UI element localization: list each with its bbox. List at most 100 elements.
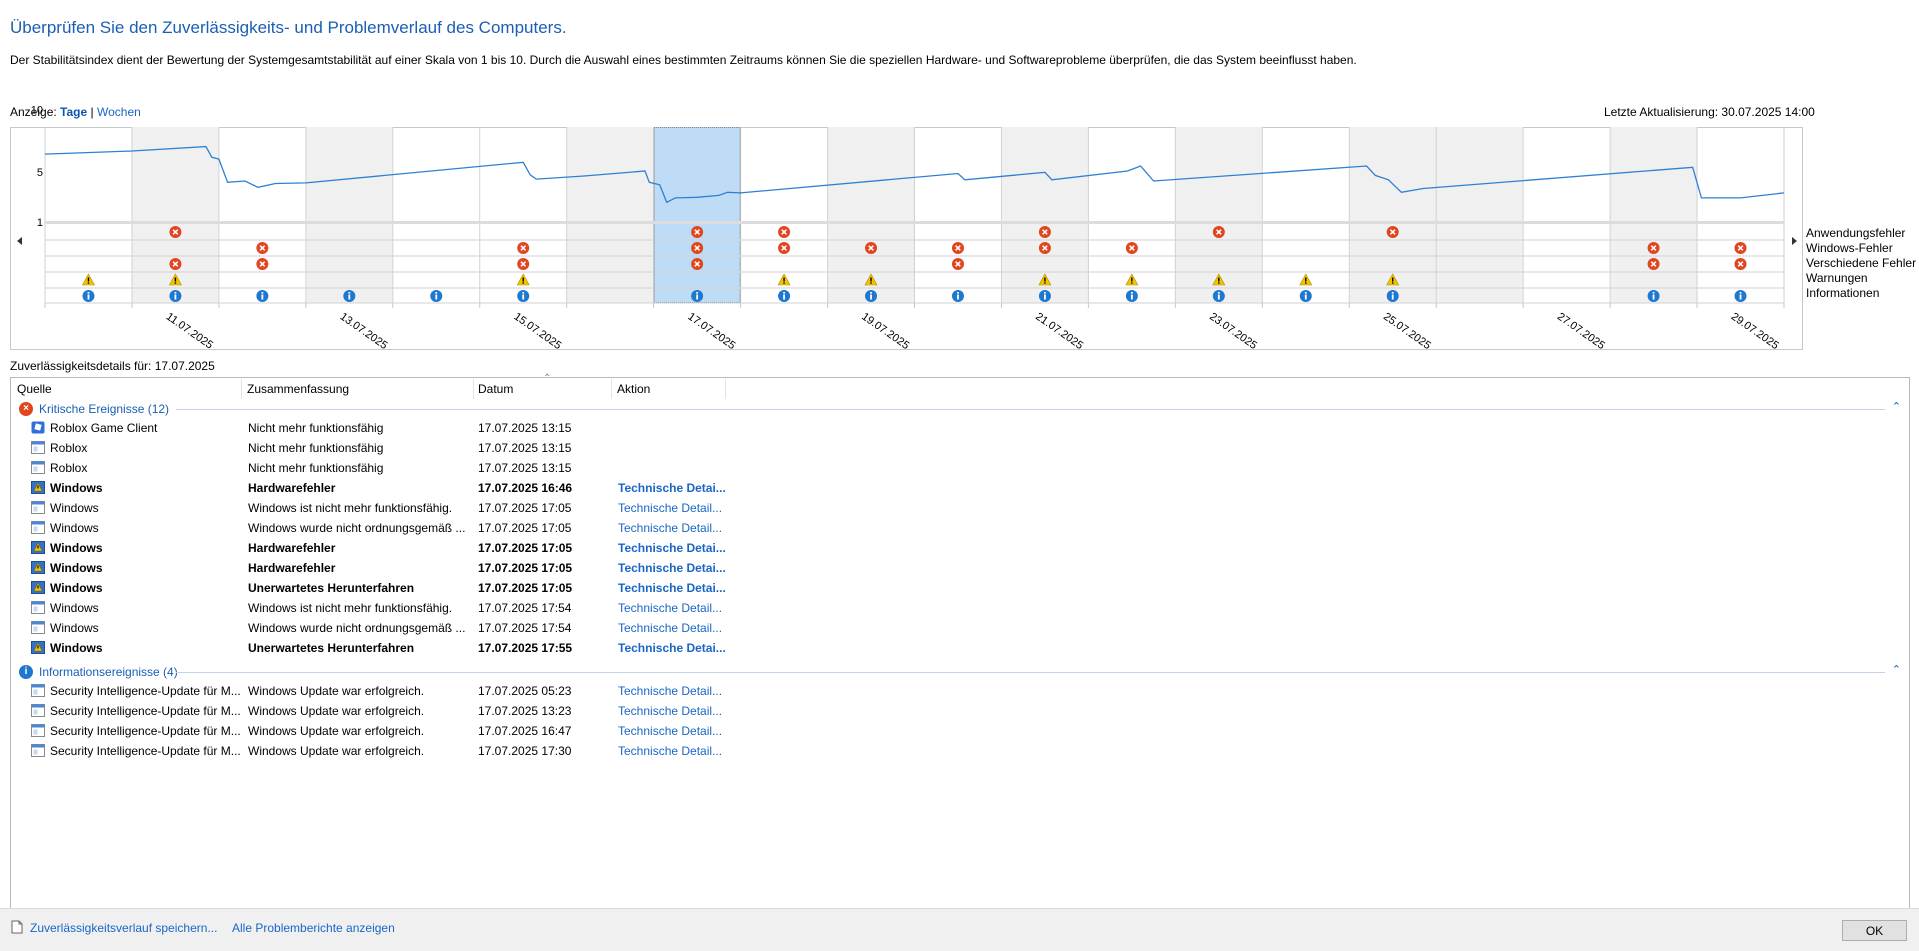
table-row[interactable]: Roblox Game Client Nicht mehr funktionsfä…	[11, 418, 1909, 438]
technical-details-link[interactable]: Technische Detai...	[618, 641, 738, 655]
warning-icon-dot	[870, 282, 872, 284]
table-row[interactable]: Windows Unerwartetes Herunterfahren 17.07.…	[11, 638, 1909, 658]
technical-details-link[interactable]: Technische Detail...	[618, 684, 738, 698]
day-column	[305, 127, 393, 303]
table-row[interactable]: Windows Hardwarefehler 17.07.2025 17:05 Tec…	[11, 558, 1909, 578]
technical-details-link[interactable]: Technische Detail...	[618, 621, 738, 635]
column-header-source[interactable]: Quelle	[17, 382, 52, 396]
info-icon-mark	[174, 294, 177, 300]
table-row[interactable]: Windows Windows ist nicht mehr funktionsf…	[11, 598, 1909, 618]
cell-source: Windows	[50, 641, 103, 655]
technical-details-link[interactable]: Technische Detail...	[618, 521, 738, 535]
info-icon-dot	[348, 292, 351, 294]
info-icon-dot	[1739, 292, 1742, 294]
save-history-link[interactable]: Zuverlässigkeitsverlauf speichern...	[30, 921, 217, 935]
cell-date: 17.07.2025 05:23	[478, 684, 572, 698]
row-label-misc-errors: Verschiedene Fehler	[1806, 256, 1917, 270]
column-divider[interactable]	[473, 379, 474, 399]
table-row[interactable]: Security Intelligence-Update für M... Win…	[11, 701, 1909, 721]
cell-date: 17.07.2025 17:54	[478, 601, 572, 615]
table-row[interactable]: Windows Unerwartetes Herunterfahren 17.07.…	[11, 578, 1909, 598]
technical-details-link[interactable]: Technische Detail...	[618, 724, 738, 738]
technical-details-link[interactable]: Technische Detai...	[618, 481, 738, 495]
application-window-icon	[31, 521, 45, 534]
cell-date: 17.07.2025 13:15	[478, 441, 572, 455]
warning-icon-mark	[522, 277, 524, 282]
column-divider[interactable]	[725, 379, 726, 399]
table-row[interactable]: Roblox Nicht mehr funktionsfähig 17.07.202…	[11, 458, 1909, 478]
column-divider[interactable]	[611, 379, 612, 399]
cell-date: 17.07.2025 17:05	[478, 501, 572, 515]
group-label: Kritische Ereignisse (12)	[39, 402, 170, 416]
table-row[interactable]: Windows Hardwarefehler 17.07.2025 16:46 Tec…	[11, 478, 1909, 498]
cell-summary: Hardwarefehler	[248, 541, 336, 555]
cell-summary: Windows Update war erfolgreich.	[248, 684, 425, 698]
technical-details-link[interactable]: Technische Detai...	[618, 541, 738, 555]
info-icon-dot	[1652, 292, 1655, 294]
collapse-chevron-icon[interactable]: ⌃	[1892, 663, 1901, 676]
column-header-date[interactable]: Datum	[478, 382, 513, 396]
cell-source: Windows	[50, 621, 99, 635]
cell-date: 17.07.2025 13:15	[478, 461, 572, 475]
group-divider	[176, 409, 1885, 410]
table-row[interactable]: Windows Windows wurde nicht ordnungsgemäß…	[11, 618, 1909, 638]
column-header-action[interactable]: Aktion	[617, 382, 650, 396]
sort-ascending-icon: ⌃	[543, 373, 552, 384]
info-icon-dot	[261, 292, 264, 294]
info-icon-mark	[87, 294, 90, 300]
cell-date: 17.07.2025 13:15	[478, 421, 572, 435]
info-icon-dot	[957, 292, 959, 294]
windows-shield-icon	[31, 561, 45, 574]
table-row[interactable]: Windows Windows ist nicht mehr funktionsf…	[11, 498, 1909, 518]
table-row[interactable]: Security Intelligence-Update für M... Win…	[11, 741, 1909, 761]
warning-icon-mark	[174, 277, 177, 282]
y-tick-label: 5	[37, 167, 43, 179]
cell-source: Windows	[50, 601, 99, 615]
technical-details-link[interactable]: Technische Detail...	[618, 744, 738, 758]
warning-icon-mark	[870, 277, 872, 282]
warning-icon-dot	[783, 282, 785, 284]
stability-chart[interactable]: 105111.07.2025 13.07.2025 15.07.2025 17.07.…	[0, 0, 1919, 355]
view-all-reports-link[interactable]: Alle Problemberichte anzeigen	[232, 921, 395, 935]
group-information-events[interactable]: i Informationsereignisse (4) ⌃	[11, 663, 1909, 681]
info-icon-mark	[1304, 294, 1307, 300]
technical-details-link[interactable]: Technische Detai...	[618, 581, 738, 595]
cell-source: Roblox	[50, 461, 88, 475]
windows-shield-icon	[31, 641, 45, 654]
cell-source: Security Intelligence-Update für M...	[50, 724, 241, 738]
application-window-icon	[31, 501, 45, 514]
cell-source: Security Intelligence-Update für M...	[50, 684, 241, 698]
cell-date: 17.07.2025 17:05	[478, 521, 572, 535]
info-icon-dot	[1130, 292, 1133, 294]
table-header: Quelle Zusammenfassung Datum ⌃ Aktion	[11, 373, 1909, 400]
row-label-windows-errors: Windows-Fehler	[1806, 241, 1893, 255]
technical-details-link[interactable]: Technische Detai...	[618, 561, 738, 575]
table-row[interactable]: Security Intelligence-Update für M... Win…	[11, 721, 1909, 741]
info-icon-dot	[87, 292, 90, 294]
table-row[interactable]: Windows Windows wurde nicht ordnungsgemäß…	[11, 518, 1909, 538]
collapse-chevron-icon[interactable]: ⌃	[1892, 400, 1901, 413]
table-row[interactable]: Security Intelligence-Update für M... Win…	[11, 681, 1909, 701]
column-divider[interactable]	[241, 379, 242, 399]
technical-details-link[interactable]: Technische Detail...	[618, 704, 738, 718]
technical-details-link[interactable]: Technische Detail...	[618, 601, 738, 615]
row-label-warnings: Warnungen	[1806, 271, 1868, 285]
group-critical-events[interactable]: × Kritische Ereignisse (12) ⌃	[11, 400, 1909, 418]
cell-summary: Windows Update war erfolgreich.	[248, 724, 425, 738]
column-header-summary[interactable]: Zusammenfassung	[247, 382, 349, 396]
warning-icon-mark	[87, 277, 90, 282]
info-icon-dot	[435, 292, 438, 294]
application-window-icon	[31, 461, 45, 474]
cell-source: Roblox Game Client	[50, 421, 158, 435]
info-icon-dot	[783, 292, 785, 294]
cell-source: Roblox	[50, 441, 88, 455]
cell-source: Windows	[50, 481, 103, 495]
details-label: Zuverlässigkeitsdetails für: 17.07.2025	[10, 359, 215, 373]
cell-summary: Unerwartetes Herunterfahren	[248, 641, 415, 655]
ok-button[interactable]: OK	[1842, 920, 1907, 941]
technical-details-link[interactable]: Technische Detail...	[618, 501, 738, 515]
table-row[interactable]: Windows Hardwarefehler 17.07.2025 17:05 Tec…	[11, 538, 1909, 558]
table-row[interactable]: Roblox Nicht mehr funktionsfähig 17.07.202…	[11, 438, 1909, 458]
day-column	[1436, 127, 1524, 303]
y-tick-label: 1	[37, 217, 43, 229]
